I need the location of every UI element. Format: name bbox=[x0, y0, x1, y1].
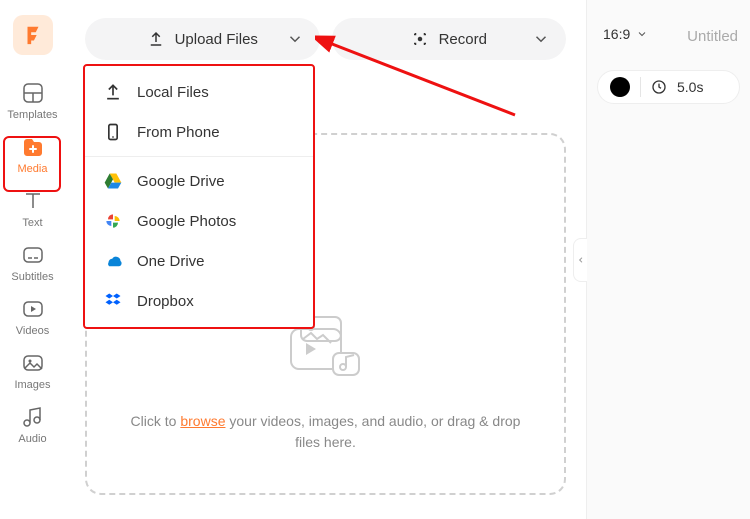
google-photos-icon bbox=[103, 211, 123, 231]
chevron-left-icon bbox=[577, 255, 585, 265]
videos-icon bbox=[21, 297, 45, 321]
sidebar: Templates Media Text Subtitles Videos Im… bbox=[0, 0, 65, 519]
sidebar-item-images[interactable]: Images bbox=[0, 343, 65, 397]
onedrive-icon bbox=[103, 251, 123, 271]
upload-button-label: Upload Files bbox=[175, 31, 258, 48]
dropdown-divider bbox=[85, 156, 313, 157]
dropdown-item-google-drive[interactable]: Google Drive bbox=[85, 161, 313, 201]
sidebar-label: Subtitles bbox=[11, 271, 53, 283]
timeline-clip[interactable]: 5.0s bbox=[597, 70, 740, 104]
sidebar-item-text[interactable]: Text bbox=[0, 181, 65, 235]
dropdown-item-from-phone[interactable]: From Phone bbox=[85, 112, 313, 152]
dropdown-item-label: From Phone bbox=[137, 124, 220, 141]
clip-dot-icon bbox=[610, 77, 630, 97]
upload-dropdown: Local Files From Phone Google Drive Goog… bbox=[83, 64, 315, 329]
clock-icon bbox=[651, 79, 667, 95]
sidebar-label: Text bbox=[22, 217, 42, 229]
dropdown-item-label: One Drive bbox=[137, 253, 205, 270]
text-icon bbox=[21, 189, 45, 213]
upload-files-button[interactable]: Upload Files bbox=[85, 18, 320, 60]
project-title[interactable]: Untitled bbox=[687, 28, 738, 45]
subtitles-icon bbox=[21, 243, 45, 267]
sidebar-item-subtitles[interactable]: Subtitles bbox=[0, 235, 65, 289]
record-button-label: Record bbox=[439, 31, 487, 48]
sidebar-item-audio[interactable]: Audio bbox=[0, 397, 65, 451]
dropdown-item-label: Dropbox bbox=[137, 293, 194, 310]
logo-f-icon bbox=[22, 24, 44, 46]
sidebar-label: Images bbox=[14, 379, 50, 391]
templates-icon bbox=[21, 81, 45, 105]
dropdown-item-label: Google Photos bbox=[137, 213, 236, 230]
sidebar-label: Audio bbox=[18, 433, 46, 445]
collapse-panel-button[interactable] bbox=[573, 238, 587, 282]
dropzone-text-prefix: Click to bbox=[131, 413, 181, 429]
dropdown-item-dropbox[interactable]: Dropbox bbox=[85, 281, 313, 321]
clip-separator bbox=[640, 77, 641, 97]
upload-icon bbox=[103, 82, 123, 102]
dropzone-text-suffix: your videos, images, and audio, or drag … bbox=[225, 413, 520, 450]
audio-icon bbox=[21, 405, 45, 429]
dropdown-item-local-files[interactable]: Local Files bbox=[85, 72, 313, 112]
sidebar-label: Media bbox=[18, 163, 48, 175]
record-icon bbox=[411, 30, 429, 48]
dropdown-item-label: Local Files bbox=[137, 84, 209, 101]
upload-icon bbox=[147, 30, 165, 48]
dropzone-text: Click to browse your videos, images, and… bbox=[87, 411, 564, 453]
dropdown-item-one-drive[interactable]: One Drive bbox=[85, 241, 313, 281]
record-button[interactable]: Record bbox=[332, 18, 567, 60]
sidebar-item-videos[interactable]: Videos bbox=[0, 289, 65, 343]
app-logo[interactable] bbox=[13, 15, 53, 55]
right-panel: 16:9 Untitled 5.0s bbox=[586, 0, 750, 519]
images-icon bbox=[21, 351, 45, 375]
sidebar-label: Templates bbox=[7, 109, 57, 121]
chevron-down-icon bbox=[286, 30, 304, 48]
phone-icon bbox=[103, 122, 123, 142]
browse-link[interactable]: browse bbox=[180, 413, 225, 429]
media-icon bbox=[21, 135, 45, 159]
sidebar-item-templates[interactable]: Templates bbox=[0, 73, 65, 127]
dropbox-icon bbox=[103, 291, 123, 311]
sidebar-label: Videos bbox=[16, 325, 49, 337]
main-panel: Upload Files Record Local Files From Pho… bbox=[65, 0, 586, 519]
top-toolbar: Upload Files Record bbox=[85, 18, 566, 60]
google-drive-icon bbox=[103, 171, 123, 191]
sidebar-item-media[interactable]: Media bbox=[0, 127, 65, 181]
clip-duration: 5.0s bbox=[677, 79, 703, 95]
chevron-down-icon bbox=[636, 28, 648, 40]
dropdown-item-label: Google Drive bbox=[137, 173, 225, 190]
chevron-down-icon bbox=[532, 30, 550, 48]
dropdown-item-google-photos[interactable]: Google Photos bbox=[85, 201, 313, 241]
aspect-ratio-value: 16:9 bbox=[603, 26, 630, 42]
